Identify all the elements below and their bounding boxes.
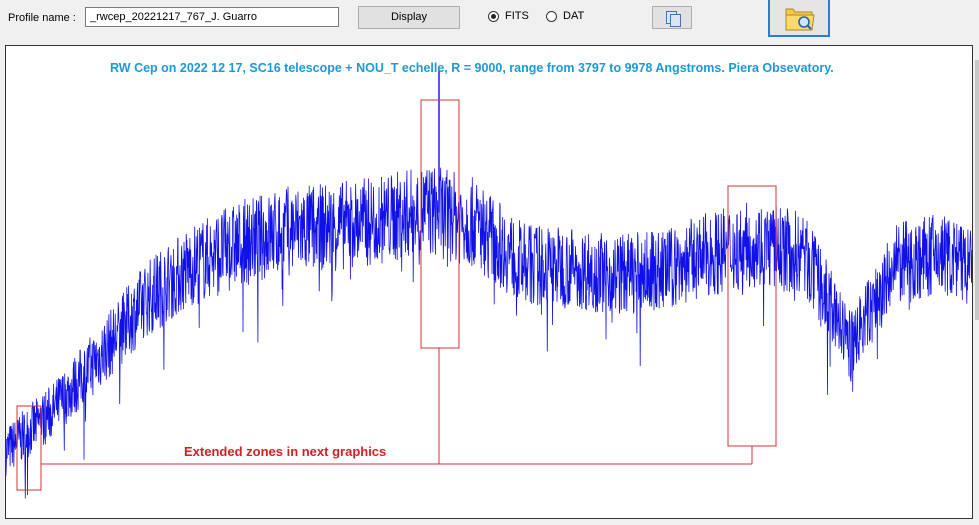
radio-fits-circle[interactable] <box>488 10 499 22</box>
spectrum-line <box>6 167 972 499</box>
radio-dat[interactable]: DAT <box>546 10 584 22</box>
chart-title: RW Cep on 2022 12 17, SC16 telescope + N… <box>110 61 834 75</box>
spectrum-plot: Extended zones in next graphics RW Cep on… <box>5 45 973 519</box>
folder-search-icon <box>785 8 815 31</box>
radio-fits[interactable]: FITS <box>488 10 529 22</box>
radio-dat-circle[interactable] <box>546 10 557 22</box>
display-button[interactable]: Display <box>358 6 460 29</box>
zone-annotation: Extended zones in next graphics <box>184 444 386 459</box>
vertical-scrollbar[interactable] <box>975 60 979 320</box>
radio-fits-label: FITS <box>505 10 529 22</box>
open-folder-button[interactable] <box>768 0 830 37</box>
spectrum-svg: Extended zones in next graphics RW Cep on… <box>6 61 972 499</box>
copy-button[interactable] <box>652 6 692 29</box>
toolbar: Profile name : Display FITS DAT <box>0 0 979 44</box>
radio-dat-label: DAT <box>563 10 585 22</box>
profile-name-input[interactable] <box>85 7 339 27</box>
profile-name-label: Profile name : <box>8 12 76 24</box>
